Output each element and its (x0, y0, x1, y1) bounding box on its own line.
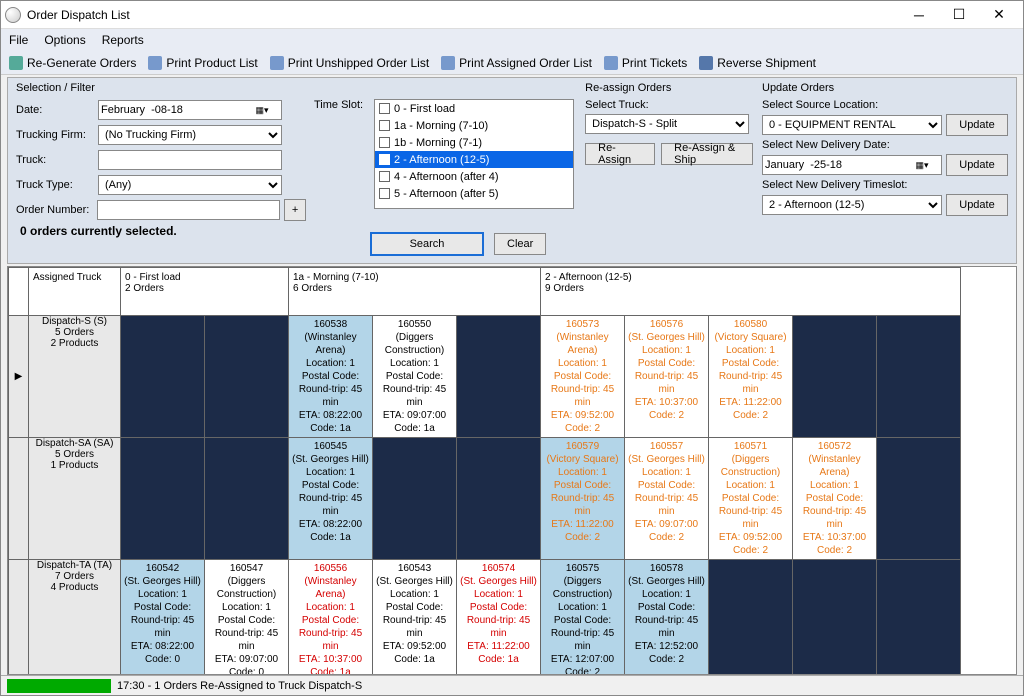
dispatch-grid[interactable]: Assigned Truck 0 - First load2 Orders 1a… (7, 266, 1017, 675)
reassign-ship-button[interactable]: Re-Assign & Ship (661, 143, 753, 165)
order-card[interactable]: 160547(Diggers Construction)Location: 1P… (205, 560, 288, 675)
order-card[interactable]: 160543(St. Georges Hill)Location: 1Posta… (373, 560, 456, 675)
update-source-button[interactable]: Update (946, 114, 1008, 136)
order-card[interactable]: 160580(Victory Square)Location: 1Postal … (709, 316, 792, 437)
toolbar: Re-Generate Orders Print Product List Pr… (1, 51, 1023, 75)
titlebar: Order Dispatch List ─ ☐ ✕ (1, 1, 1023, 29)
menu-file[interactable]: File (9, 33, 28, 47)
regen-orders-button[interactable]: Re-Generate Orders (9, 56, 136, 70)
order-card[interactable]: 160550(Diggers Construction)Location: 1P… (373, 316, 456, 437)
add-order-button[interactable]: + (284, 199, 306, 221)
timeslot-label: Time Slot: (314, 99, 370, 111)
trucking-firm-label: Trucking Firm: (16, 129, 94, 141)
order-number-input[interactable] (97, 200, 280, 220)
order-card[interactable]: 160576(St. Georges Hill)Location: 1Posta… (625, 316, 708, 437)
calendar-icon[interactable]: ▦▾ (255, 105, 269, 116)
select-slot-label: Select New Delivery Timeslot: (762, 179, 1008, 191)
truck-type-label: Truck Type: (16, 179, 94, 191)
order-number-label: Order Number: (16, 204, 93, 216)
reassign-button[interactable]: Re-Assign (585, 143, 655, 165)
reverse-shipment-button[interactable]: Reverse Shipment (699, 56, 816, 70)
reassign-truck-select[interactable]: Dispatch-S - Split (585, 114, 749, 134)
print-tickets-button[interactable]: Print Tickets (604, 56, 687, 70)
source-location-select[interactable]: 0 - EQUIPMENT RENTAL (762, 115, 942, 135)
order-card[interactable]: 160542(St. Georges Hill)Location: 1Posta… (121, 560, 204, 675)
order-card[interactable]: 160557(St. Georges Hill)Location: 1Posta… (625, 438, 708, 559)
order-card[interactable]: 160578(St. Georges Hill)Location: 1Posta… (625, 560, 708, 675)
order-card[interactable]: 160579(Victory Square)Location: 1Postal … (541, 438, 624, 559)
menu-options[interactable]: Options (44, 33, 85, 47)
truck-type-select[interactable]: (Any) (98, 175, 282, 195)
new-timeslot-select[interactable]: 2 - Afternoon (12-5) (762, 195, 942, 215)
trucking-firm-select[interactable]: (No Trucking Firm) (98, 125, 282, 145)
update-date-button[interactable]: Update (946, 154, 1008, 176)
selection-count: 0 orders currently selected. (16, 224, 306, 238)
order-card[interactable]: 160573(Winstanley Arena)Location: 1Posta… (541, 316, 624, 437)
reassign-header: Re-assign Orders (585, 82, 754, 94)
order-card[interactable]: 160572(Winstanley Arena)Location: 1Posta… (793, 438, 876, 559)
update-header: Update Orders (762, 82, 1008, 94)
truck-input[interactable] (98, 150, 282, 170)
statusbar: 17:30 - 1 Orders Re-Assigned to Truck Di… (1, 675, 1023, 695)
close-button[interactable]: ✕ (979, 3, 1019, 27)
app-icon (5, 7, 21, 23)
window-title: Order Dispatch List (27, 8, 899, 22)
print-icon (148, 56, 162, 70)
order-card[interactable]: 160545(St. Georges Hill)Location: 1Posta… (289, 438, 372, 559)
select-date-label: Select New Delivery Date: (762, 139, 1008, 151)
date-label: Date: (16, 104, 94, 116)
table-row[interactable]: ▶ Dispatch-S (S)5 Orders2 Products 16053… (9, 316, 961, 438)
print-unshipped-button[interactable]: Print Unshipped Order List (270, 56, 429, 70)
print-icon (270, 56, 284, 70)
order-card[interactable]: 160571(Diggers Construction)Location: 1P… (709, 438, 792, 559)
clear-button[interactable]: Clear (494, 233, 546, 255)
print-icon (604, 56, 618, 70)
menubar: File Options Reports (1, 29, 1023, 51)
order-card[interactable]: 160574(St. Georges Hill)Location: 1Posta… (457, 560, 540, 675)
update-slot-button[interactable]: Update (946, 194, 1008, 216)
menu-reports[interactable]: Reports (102, 33, 144, 47)
minimize-button[interactable]: ─ (899, 3, 939, 27)
progress-bar (7, 679, 111, 693)
table-row[interactable]: Dispatch-SA (SA)5 Orders1 Products 16054… (9, 438, 961, 560)
timeslot-list[interactable]: 0 - First load 1a - Morning (7-10) 1b - … (374, 99, 574, 209)
print-assigned-button[interactable]: Print Assigned Order List (441, 56, 592, 70)
refresh-icon (9, 56, 23, 70)
table-row[interactable]: Dispatch-TA (TA)7 Orders4 Products 16054… (9, 560, 961, 676)
reverse-icon (699, 56, 713, 70)
new-date-input[interactable] (763, 156, 915, 174)
select-truck-label: Select Truck: (585, 99, 754, 111)
status-text: 17:30 - 1 Orders Re-Assigned to Truck Di… (117, 680, 362, 692)
calendar-icon[interactable]: ▦▾ (915, 160, 929, 171)
truck-label: Truck: (16, 154, 94, 166)
print-icon (441, 56, 455, 70)
date-input[interactable] (99, 101, 255, 119)
maximize-button[interactable]: ☐ (939, 3, 979, 27)
order-card[interactable]: 160538(Winstanley Arena)Location: 1Posta… (289, 316, 372, 437)
select-source-label: Select Source Location: (762, 99, 1008, 111)
order-card[interactable]: 160575(Diggers Construction)Location: 1P… (541, 560, 624, 675)
search-button[interactable]: Search (370, 232, 484, 256)
filter-header: Selection / Filter (16, 82, 306, 94)
print-product-button[interactable]: Print Product List (148, 56, 257, 70)
order-card[interactable]: 160556(Winstanley Arena)Location: 1Posta… (289, 560, 372, 675)
